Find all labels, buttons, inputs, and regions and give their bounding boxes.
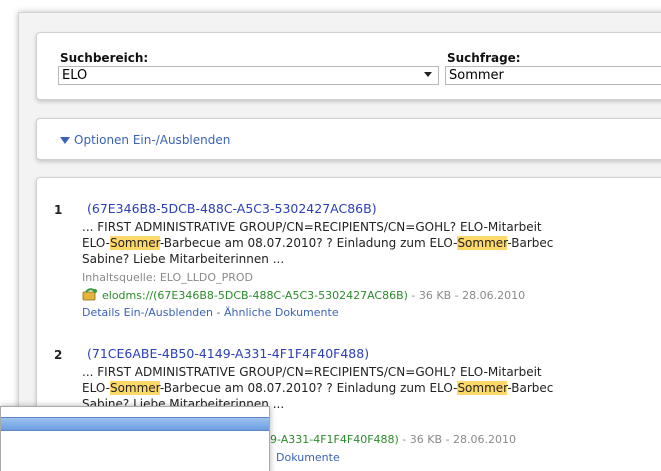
search-query-value: Sommer [449,68,504,83]
search-highlight: Sommer [109,381,160,395]
expand-triangle-icon[interactable] [60,137,70,144]
result-actions: Details Ein-/Ausblenden - Ähnliche Dokum… [82,306,339,319]
result-index: 1 [54,203,63,217]
result-doc-link[interactable]: elodms://(67E346B8-5DCB-488C-A5C3-530242… [102,289,408,302]
result-snippet-line: ELO-Sommer-Barbecue am 08.07.2010? ? Ein… [82,236,554,250]
result-source: Inhaltsquelle: ELO_LLDO_PROD [82,271,253,284]
result-title-link[interactable]: (67E346B8-5DCB-488C-A5C3-5302427AC86B) [87,201,377,217]
result-link-row: 9-A331-4F1F4F40F488) - 36 KB - 28.06.201… [270,432,516,448]
overlay-title-bar[interactable] [1,417,269,431]
search-area-label: Suchbereich: [60,51,149,65]
result-link-row: elodms://(67E346B8-5DCB-488C-A5C3-530242… [82,287,525,304]
result-snippet-line: ELO-Sommer-Barbecue am 08.07.2010? ? Ein… [82,381,554,395]
result-snippet-line: ... FIRST ADMINISTRATIVE GROUP/CN=RECIPI… [82,365,542,379]
result-snippet-line: Sabine? Liebe Mitarbeiterinnen ... [82,252,285,266]
search-query-input[interactable]: Sommer [445,66,661,85]
similar-documents-link[interactable]: Ähnliche Dokumente [224,306,339,319]
result-snippet-line: ... FIRST ADMINISTRATIVE GROUP/CN=RECIPI… [82,220,542,234]
search-area-dropdown[interactable]: ELO [58,66,439,85]
overlay-window [0,406,270,471]
similar-documents-link[interactable]: Dokumente [276,450,340,466]
search-highlight: Sommer [457,381,508,395]
search-area-value: ELO [62,68,88,83]
details-toggle-link[interactable]: Details Ein-/Ausblenden [82,306,213,319]
dropdown-arrow-icon[interactable] [424,72,432,77]
search-highlight: Sommer [109,236,160,250]
options-toggle-link[interactable]: Optionen Ein-/Ausblenden [74,133,230,147]
document-link-icon [82,287,98,301]
result-doc-link[interactable]: 9-A331-4F1F4F40F488) [270,433,399,446]
result-title-link[interactable]: (71CE6ABE-4B50-4149-A331-4F1F4F40F488) [87,346,369,362]
search-query-label: Suchfrage: [447,51,521,65]
result-meta: - 36 KB - 28.06.2010 [407,289,526,302]
search-highlight: Sommer [457,236,508,250]
result-meta: - 36 KB - 28.06.2010 [398,433,516,446]
result-index: 2 [54,348,63,362]
